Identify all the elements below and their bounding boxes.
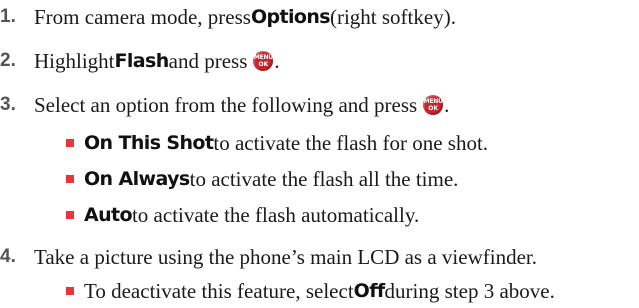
step-text: Take a picture using the phone’s main LC… <box>34 244 537 269</box>
step-4: 4. Take a picture using the phone’s main… <box>0 240 537 274</box>
bullet-icon <box>66 287 74 295</box>
key-label-off: Off <box>353 280 385 302</box>
bullet-icon <box>66 139 74 147</box>
menu-icon-top-text: MENU <box>423 97 443 105</box>
step-text-after: (right softkey). <box>329 4 456 29</box>
key-label-options: Options <box>250 6 331 28</box>
step-text-before: Select an option from the following and … <box>34 92 418 117</box>
option-text: to activate the flash all the time. <box>189 166 459 191</box>
bullet-icon <box>66 211 74 219</box>
step-number: 3. <box>0 94 16 115</box>
step-end: . <box>274 48 280 73</box>
key-label-flash: Flash <box>114 50 170 72</box>
step-text-after: and press <box>168 48 248 73</box>
option-key-label: On This Shot <box>84 132 214 154</box>
menu-icon-bottom-text: OK <box>428 104 439 112</box>
menu-ok-button-icon: MENU OK <box>423 95 444 115</box>
step-1: 1. From camera mode, press Options (righ… <box>0 0 456 34</box>
step-text-before: From camera mode, press <box>34 4 251 29</box>
note-text-before: To deactivate this feature, select <box>84 278 354 303</box>
option-key-label: Auto <box>84 204 133 226</box>
option-auto: Auto to activate the flash automatically… <box>66 198 419 232</box>
option-key-label: On Always <box>84 168 190 190</box>
step-end: . <box>444 92 450 117</box>
option-on-this-shot: On This Shot to activate the flash for o… <box>66 126 488 160</box>
step-number: 1. <box>0 6 16 27</box>
option-text: to activate the flash for one shot. <box>213 130 489 155</box>
menu-ok-button-icon: MENU OK <box>253 51 274 71</box>
option-text: to activate the flash automatically. <box>131 202 420 227</box>
step-number: 2. <box>0 50 16 71</box>
bullet-icon <box>66 175 74 183</box>
step-text-before: Highlight <box>34 48 115 73</box>
menu-icon-bottom-text: OK <box>258 60 269 68</box>
menu-icon-top-text: MENU <box>253 53 273 61</box>
step-number: 4. <box>0 246 16 267</box>
step-2: 2. Highlight Flash and press MENU OK . <box>0 44 280 78</box>
note-text-after: during step 3 above. <box>384 278 555 303</box>
option-on-always: On Always to activate the flash all the … <box>66 162 458 196</box>
note-deactivate: To deactivate this feature, select Off d… <box>66 274 555 308</box>
step-3: 3. Select an option from the following a… <box>0 88 449 122</box>
